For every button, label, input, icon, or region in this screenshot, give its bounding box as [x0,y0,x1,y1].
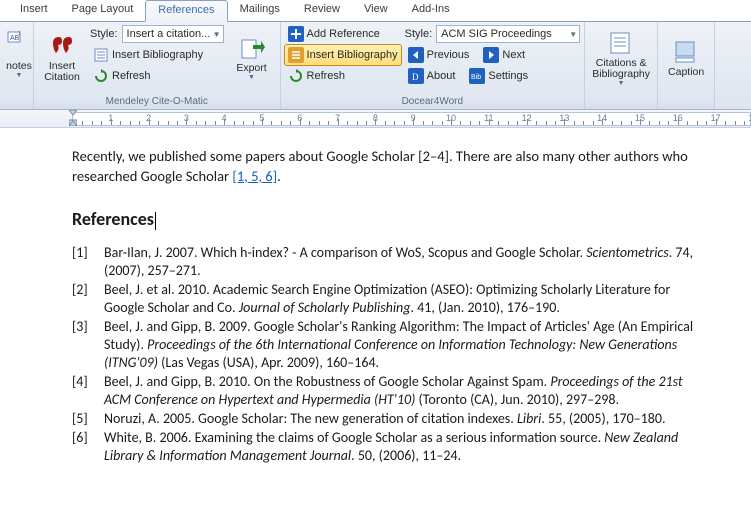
reference-item: [3]Beel, J. and Gipp, B. 2009. Google Sc… [72,318,711,372]
tab-review[interactable]: Review [292,0,352,21]
export-icon [239,35,265,61]
insert-citation-button[interactable]: InsertCitation [38,24,86,90]
document-area[interactable]: Recently, we published some papers about… [0,128,751,465]
tab-add-ins[interactable]: Add-Ins [400,0,462,21]
export-button[interactable]: Export ▼ [228,24,276,90]
about-button[interactable]: D About [405,66,459,86]
export-label: Export [236,63,266,74]
group-caption: Caption [658,22,715,109]
svg-text:D: D [412,72,419,82]
arrow-left-icon [408,47,424,63]
svg-text:1: 1 [18,31,21,37]
group-footnotes-partial: AB1 notes ▼ [0,22,34,109]
list-icon [288,47,304,63]
add-reference-label: Add Reference [307,28,380,40]
group-citations: Citations &Bibliography ▼ [585,22,658,109]
text-cursor [155,212,156,230]
reference-item: [2]Beel, J. et al. 2010. Academic Search… [72,281,711,317]
caption-button[interactable]: Caption [662,24,710,90]
plus-icon [288,26,304,42]
reference-item: [5]Noruzi, A. 2005. Google Scholar: The … [72,410,711,428]
docear-insert-bib-button[interactable]: Insert Bibliography [285,45,401,65]
footnote-icon: AB1 [7,29,23,45]
ribbon-tabs: Insert Page Layout References Mailings R… [0,0,751,22]
ribbon: AB1 notes ▼ InsertCitation Style [0,22,751,110]
group-docear: Add Reference Insert Bibliography Refres… [281,22,586,109]
caption-label: Caption [668,67,704,78]
chevron-down-icon: ▼ [569,30,577,39]
refresh-icon [93,68,109,84]
group-label-docear: Docear4Word [281,95,585,109]
svg-text:Bib: Bib [471,74,481,81]
bibliography-icon [608,30,634,56]
footnote-ab-button[interactable]: AB1 [4,27,34,47]
citations-bib-label: Citations &Bibliography [592,58,650,80]
previous-label: Previous [427,49,470,61]
citation-link[interactable]: [1, 5, 6] [232,167,277,185]
citations-bibliography-button[interactable]: Citations &Bibliography ▼ [589,24,653,90]
reference-item: [1]Bar-Ilan, J. 2007. Which h-index? - A… [72,244,711,280]
citation-icon [49,33,75,59]
caption-icon [673,39,699,65]
mendeley-insert-bib-label: Insert Bibliography [112,49,203,61]
tab-insert[interactable]: Insert [8,0,60,21]
ruler[interactable]: 123456789101112131415161718 [0,110,751,128]
tab-references[interactable]: References [145,0,227,22]
tab-mailings[interactable]: Mailings [228,0,292,21]
mendeley-style-value: Insert a citation... [127,28,211,40]
settings-button[interactable]: Bib Settings [466,66,531,86]
arrow-right-icon [483,47,499,63]
style-label: Style: [90,28,118,40]
reference-list: [1]Bar-Ilan, J. 2007. Which h-index? - A… [72,244,711,465]
previous-button[interactable]: Previous [405,45,473,65]
reference-item: [4]Beel, J. and Gipp, B. 2010. On the Ro… [72,373,711,409]
tab-page-layout[interactable]: Page Layout [60,0,146,21]
settings-icon: Bib [469,68,485,84]
references-heading: References [72,208,156,230]
next-button[interactable]: Next [480,45,528,65]
reference-item: [6]White, B. 2006. Examining the claims … [72,429,711,465]
mendeley-refresh-button[interactable]: Refresh [90,66,224,86]
docear-insert-bib-label: Insert Bibliography [307,49,398,61]
margin-marker-icon[interactable] [69,110,77,126]
docear-refresh-label: Refresh [307,70,346,82]
refresh-icon [288,68,304,84]
notes-label: notes [6,61,32,72]
group-label-citations [585,95,657,109]
mendeley-refresh-label: Refresh [112,70,151,82]
body-paragraph: Recently, we published some papers about… [72,146,711,186]
tab-view[interactable]: View [352,0,400,21]
settings-label: Settings [488,70,528,82]
about-label: About [427,70,456,82]
group-mendeley: InsertCitation Style: Insert a citation.… [34,22,281,109]
mendeley-insert-bib-button[interactable]: Insert Bibliography [90,45,224,65]
group-label-blank [0,95,33,109]
docear-style-label: Style: [405,28,433,40]
mendeley-style-combo[interactable]: Insert a citation... ▼ [122,25,224,43]
group-label-mendeley: Mendeley Cite-O-Matic [34,95,280,109]
next-label: Next [502,49,525,61]
add-reference-button[interactable]: Add Reference [285,24,401,44]
docear-refresh-button[interactable]: Refresh [285,66,401,86]
bibliography-icon [93,47,109,63]
group-label-caption [658,95,714,109]
notes-button[interactable]: notes ▼ [4,48,34,90]
insert-citation-label: InsertCitation [44,61,80,83]
chevron-down-icon: ▼ [213,30,221,39]
info-icon: D [408,68,424,84]
docear-style-value: ACM SIG Proceedings [441,28,552,40]
docear-style-combo[interactable]: ACM SIG Proceedings ▼ [436,25,580,43]
